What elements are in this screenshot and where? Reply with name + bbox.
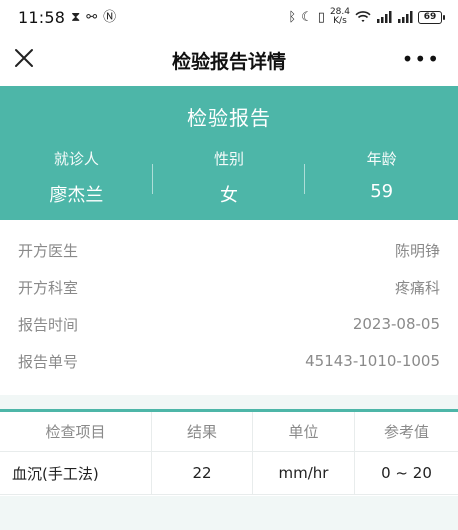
network-speed: 28.4 K/s <box>330 8 350 26</box>
vibrate-icon: ▯ <box>317 9 325 25</box>
close-icon[interactable] <box>10 44 40 74</box>
wifi-icon <box>355 11 371 22</box>
table-header-row: 检查项目 结果 单位 参考值 <box>0 412 458 452</box>
status-bar: 11:58 ⧗ ⚯ Ⓝ ᛒ ☾ ▯ 28.4 K/s 69 <box>0 0 458 34</box>
patient-name-col: 就诊人 廖杰兰 <box>0 148 153 207</box>
status-left: 11:58 ⧗ ⚯ Ⓝ <box>18 8 116 27</box>
cell-unit: mm/hr <box>253 452 355 494</box>
department-label: 开方科室 <box>18 278 79 297</box>
link-icon: ⚯ <box>86 9 98 25</box>
battery-icon: 69 <box>418 10 445 24</box>
cell-item: 血沉(手工法) <box>0 452 152 494</box>
clock: 11:58 <box>18 7 66 27</box>
info-row-report-number: 报告单号 45143-1010-1005 <box>18 349 440 373</box>
report-time-value: 2023-08-05 <box>352 315 440 333</box>
more-icon[interactable]: ••• <box>402 49 440 69</box>
info-row-doctor: 开方医生 陈明铮 <box>18 238 440 262</box>
speed-unit: K/s <box>333 16 347 26</box>
doctor-label: 开方医生 <box>18 241 79 260</box>
report-number-label: 报告单号 <box>18 352 79 371</box>
report-header: 检验报告 就诊人 廖杰兰 性别 女 年龄 59 <box>0 86 458 220</box>
signal-icon <box>377 11 392 23</box>
doctor-value: 陈明铮 <box>394 241 440 260</box>
report-title: 检验报告 <box>187 106 271 130</box>
patient-name-value: 廖杰兰 <box>49 185 104 206</box>
moon-icon: ☾ <box>301 9 313 25</box>
cell-result: 22 <box>152 452 253 494</box>
header-unit: 单位 <box>253 412 355 451</box>
info-row-report-time: 报告时间 2023-08-05 <box>18 312 440 336</box>
header-result: 结果 <box>152 412 253 451</box>
nav-bar: 检验报告详情 ••• <box>0 34 458 86</box>
bluetooth-icon: ᛒ <box>288 9 297 25</box>
section-gap <box>0 395 458 409</box>
patient-name-label: 就诊人 <box>53 150 99 168</box>
results-table: 检查项目 结果 单位 参考值 血沉(手工法) 22 mm/hr 0 ~ 20 <box>0 412 458 495</box>
signal-icon-2 <box>398 11 413 23</box>
hourglass-icon: ⧗ <box>71 9 81 25</box>
status-right: ᛒ ☾ ▯ 28.4 K/s 69 <box>288 8 445 26</box>
gender-value: 女 <box>219 185 238 206</box>
age-label: 年龄 <box>366 150 397 168</box>
gender-label: 性别 <box>213 150 244 168</box>
header-reference: 参考值 <box>383 423 429 441</box>
table-row: 血沉(手工法) 22 mm/hr 0 ~ 20 <box>0 452 458 495</box>
report-time-label: 报告时间 <box>18 315 79 334</box>
info-row-department: 开方科室 疼痛科 <box>18 275 440 299</box>
cell-reference: 0 ~ 20 <box>381 464 432 482</box>
page-bottom <box>0 496 458 530</box>
nfc-icon: Ⓝ <box>103 9 117 25</box>
age-col: 年龄 59 <box>305 148 458 207</box>
report-info: 开方医生 陈明铮 开方科室 疼痛科 报告时间 2023-08-05 报告单号 4… <box>0 220 458 395</box>
gender-col: 性别 女 <box>153 148 306 207</box>
header-item: 检查项目 <box>0 412 152 451</box>
patient-summary: 就诊人 廖杰兰 性别 女 年龄 59 <box>0 148 458 207</box>
page-title: 检验报告详情 <box>171 50 286 73</box>
department-value: 疼痛科 <box>394 278 440 297</box>
age-value: 59 <box>370 181 394 202</box>
report-number-value: 45143-1010-1005 <box>305 352 440 370</box>
